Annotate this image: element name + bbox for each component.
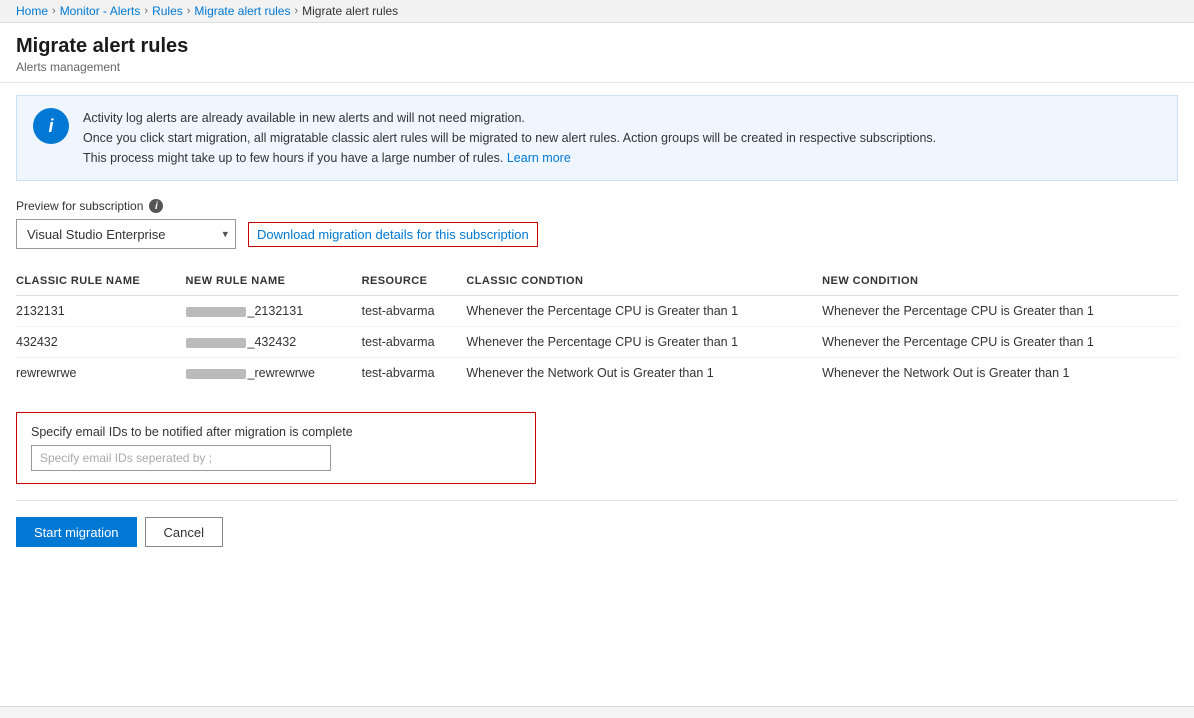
page-header: Migrate alert rules Alerts management bbox=[0, 23, 1194, 83]
button-row: Start migration Cancel bbox=[16, 517, 1178, 567]
page-subtitle: Alerts management bbox=[16, 60, 1178, 74]
info-icon: i bbox=[33, 108, 69, 144]
info-banner: i Activity log alerts are already availa… bbox=[16, 95, 1178, 181]
breadcrumb: Home › Monitor - Alerts › Rules › Migrat… bbox=[0, 0, 1194, 23]
breadcrumb-sep-4: › bbox=[294, 5, 298, 17]
row3-classic-name: rewrewrwe bbox=[16, 358, 186, 389]
table-header: Classic Rule Name New Rule Name Resource… bbox=[16, 267, 1178, 296]
row2-classic-condition: Whenever the Percentage CPU is Greater t… bbox=[466, 327, 822, 358]
info-line2: Once you click start migration, all migr… bbox=[83, 131, 936, 145]
breadcrumb-monitor-alerts[interactable]: Monitor - Alerts bbox=[60, 4, 141, 18]
breadcrumb-home[interactable]: Home bbox=[16, 4, 48, 18]
col-new-rule-name: New Rule Name bbox=[186, 267, 362, 296]
email-label: Specify email IDs to be notified after m… bbox=[31, 425, 521, 439]
row2-new-name: _432432 bbox=[186, 327, 362, 358]
row2-new-condition: Whenever the Percentage CPU is Greater t… bbox=[822, 327, 1178, 358]
breadcrumb-sep-3: › bbox=[187, 5, 191, 17]
row3-resource: test-abvarma bbox=[362, 358, 467, 389]
cancel-button[interactable]: Cancel bbox=[145, 517, 223, 547]
row2-resource: test-abvarma bbox=[362, 327, 467, 358]
col-classic-condition: Classic Condtion bbox=[466, 267, 822, 296]
redacted-icon bbox=[186, 338, 246, 348]
page-title: Migrate alert rules bbox=[16, 35, 1178, 58]
table-row: 2132131 _2132131 test-abvarma Whenever t… bbox=[16, 296, 1178, 327]
row1-classic-name: 2132131 bbox=[16, 296, 186, 327]
row3-classic-condition: Whenever the Network Out is Greater than… bbox=[466, 358, 822, 389]
main-content: i Activity log alerts are already availa… bbox=[0, 83, 1194, 579]
subscription-label: Preview for subscription bbox=[16, 199, 143, 213]
info-banner-text: Activity log alerts are already availabl… bbox=[83, 108, 936, 168]
info-line1: Activity log alerts are already availabl… bbox=[83, 111, 525, 125]
row3-new-condition: Whenever the Network Out is Greater than… bbox=[822, 358, 1178, 389]
row1-new-name: _2132131 bbox=[186, 296, 362, 327]
breadcrumb-current: Migrate alert rules bbox=[302, 4, 398, 18]
info-line3: This process might take up to few hours … bbox=[83, 151, 503, 165]
breadcrumb-sep-1: › bbox=[52, 5, 56, 17]
subscription-info-icon: i bbox=[149, 199, 163, 213]
breadcrumb-sep-2: › bbox=[144, 5, 148, 17]
row3-new-name: _rewrewrwe bbox=[186, 358, 362, 389]
breadcrumb-migrate-link[interactable]: Migrate alert rules bbox=[194, 4, 290, 18]
divider bbox=[16, 500, 1178, 501]
email-input[interactable] bbox=[31, 445, 331, 471]
learn-more-link[interactable]: Learn more bbox=[507, 151, 571, 165]
redacted-icon bbox=[186, 307, 246, 317]
row1-resource: test-abvarma bbox=[362, 296, 467, 327]
row1-classic-condition: Whenever the Percentage CPU is Greater t… bbox=[466, 296, 822, 327]
bottom-scrollbar[interactable] bbox=[0, 706, 1194, 718]
email-section: Specify email IDs to be notified after m… bbox=[16, 412, 536, 484]
col-new-condition: New Condition bbox=[822, 267, 1178, 296]
subscription-dropdown-wrapper: Visual Studio Enterprise ▾ bbox=[16, 219, 236, 249]
table-body: 2132131 _2132131 test-abvarma Whenever t… bbox=[16, 296, 1178, 389]
download-migration-link[interactable]: Download migration details for this subs… bbox=[248, 222, 538, 247]
table-row: rewrewrwe _rewrewrwe test-abvarma Whenev… bbox=[16, 358, 1178, 389]
col-resource: Resource bbox=[362, 267, 467, 296]
subscription-dropdown[interactable]: Visual Studio Enterprise bbox=[16, 219, 236, 249]
col-classic-rule-name: Classic Rule Name bbox=[16, 267, 186, 296]
subscription-label-row: Preview for subscription i bbox=[16, 199, 1178, 213]
table-row: 432432 _432432 test-abvarma Whenever the… bbox=[16, 327, 1178, 358]
rules-table: Classic Rule Name New Rule Name Resource… bbox=[16, 267, 1178, 388]
row1-new-condition: Whenever the Percentage CPU is Greater t… bbox=[822, 296, 1178, 327]
row2-classic-name: 432432 bbox=[16, 327, 186, 358]
breadcrumb-rules[interactable]: Rules bbox=[152, 4, 183, 18]
subscription-section: Preview for subscription i Visual Studio… bbox=[16, 199, 1178, 249]
subscription-controls: Visual Studio Enterprise ▾ Download migr… bbox=[16, 219, 1178, 249]
start-migration-button[interactable]: Start migration bbox=[16, 517, 137, 547]
redacted-icon bbox=[186, 369, 246, 379]
